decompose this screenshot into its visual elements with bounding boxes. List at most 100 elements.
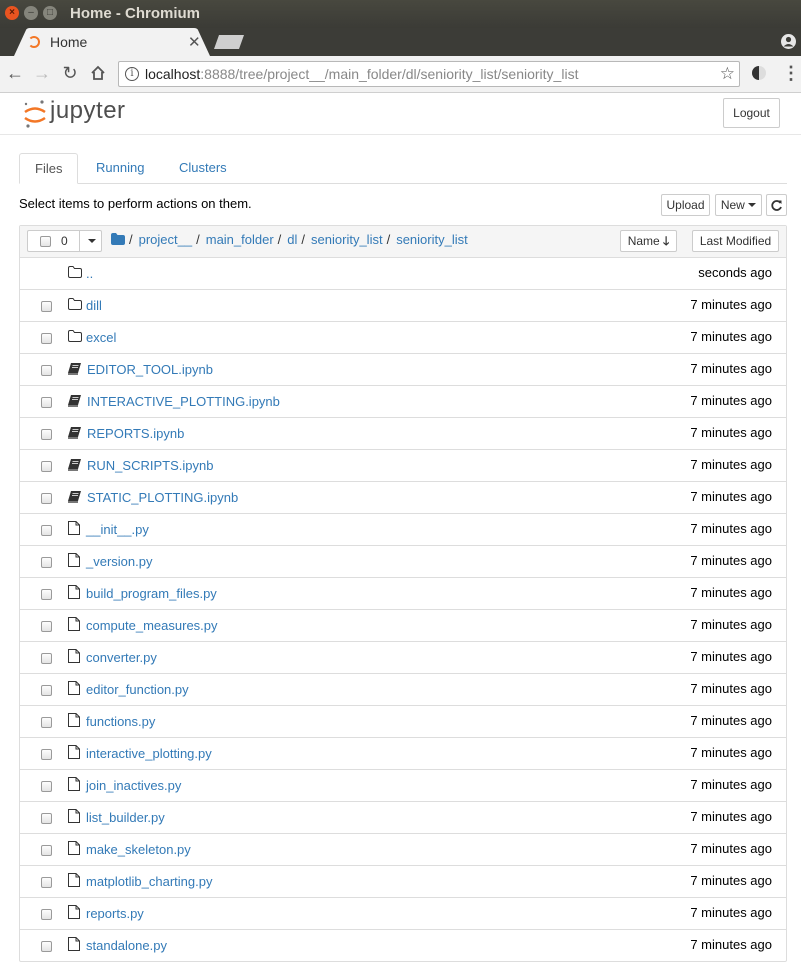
item-checkbox[interactable] xyxy=(41,653,52,664)
item-name[interactable]: INTERACTIVE_PLOTTING.ipynb xyxy=(87,394,280,409)
profile-icon[interactable] xyxy=(781,34,796,49)
item-checkbox[interactable] xyxy=(41,429,52,440)
item-name[interactable]: excel xyxy=(86,330,116,345)
item-name[interactable]: REPORTS.ipynb xyxy=(87,426,184,441)
logout-button[interactable]: Logout xyxy=(723,98,780,128)
item-name[interactable]: functions.py xyxy=(86,714,155,729)
window-close-button[interactable]: × xyxy=(5,6,19,20)
item-checkbox[interactable] xyxy=(41,301,52,312)
item-name[interactable]: .. xyxy=(86,266,93,281)
item-checkbox[interactable] xyxy=(41,493,52,504)
list-item[interactable]: make_skeleton.py 7 minutes ago xyxy=(20,834,786,866)
item-checkbox[interactable] xyxy=(41,813,52,824)
item-checkbox[interactable] xyxy=(41,365,52,376)
select-menu-caret-icon[interactable] xyxy=(88,239,96,243)
sort-by-modified-button[interactable]: Last Modified xyxy=(692,230,779,252)
list-item[interactable]: __init__.py 7 minutes ago xyxy=(20,514,786,546)
list-item[interactable]: REPORTS.ipynb 7 minutes ago xyxy=(20,418,786,450)
tab-running[interactable]: Running xyxy=(81,153,159,183)
item-name[interactable]: list_builder.py xyxy=(86,810,165,825)
list-item[interactable]: dill 7 minutes ago xyxy=(20,290,786,322)
back-icon[interactable]: ← xyxy=(6,64,24,82)
reload-icon[interactable]: ↻ xyxy=(61,64,79,82)
tab-clusters[interactable]: Clusters xyxy=(164,153,242,183)
item-name[interactable]: interactive_plotting.py xyxy=(86,746,212,761)
tab-files[interactable]: Files xyxy=(19,153,78,184)
item-name[interactable]: EDITOR_TOOL.ipynb xyxy=(87,362,213,377)
item-checkbox[interactable] xyxy=(41,525,52,536)
item-name[interactable]: RUN_SCRIPTS.ipynb xyxy=(87,458,213,473)
browser-tab[interactable]: Home ✕ xyxy=(14,28,210,56)
bookmark-star-icon[interactable]: ☆ xyxy=(720,64,735,84)
item-checkbox[interactable] xyxy=(41,397,52,408)
list-item[interactable]: editor_function.py 7 minutes ago xyxy=(20,674,786,706)
item-name[interactable]: reports.py xyxy=(86,906,144,921)
list-item[interactable]: functions.py 7 minutes ago xyxy=(20,706,786,738)
list-item[interactable]: excel 7 minutes ago xyxy=(20,322,786,354)
breadcrumb-project[interactable]: project__ xyxy=(139,232,192,247)
item-checkbox[interactable] xyxy=(41,909,52,920)
list-item[interactable]: EDITOR_TOOL.ipynb 7 minutes ago xyxy=(20,354,786,386)
item-name[interactable]: build_program_files.py xyxy=(86,586,217,601)
window-maximize-button[interactable]: □ xyxy=(43,6,57,20)
item-checkbox[interactable] xyxy=(41,333,52,344)
item-name[interactable]: _version.py xyxy=(86,554,152,569)
list-item[interactable]: STATIC_PLOTTING.ipynb 7 minutes ago xyxy=(20,482,786,514)
window-minimize-button[interactable]: – xyxy=(24,6,38,20)
list-item[interactable]: _version.py 7 minutes ago xyxy=(20,546,786,578)
site-info-icon[interactable]: i xyxy=(125,67,139,81)
item-name[interactable]: make_skeleton.py xyxy=(86,842,191,857)
item-checkbox[interactable] xyxy=(41,877,52,888)
item-checkbox[interactable] xyxy=(41,589,52,600)
item-name[interactable]: dill xyxy=(86,298,102,313)
list-item[interactable]: list_builder.py 7 minutes ago xyxy=(20,802,786,834)
jupyter-logo-icon[interactable] xyxy=(23,99,49,129)
list-item[interactable]: converter.py 7 minutes ago xyxy=(20,642,786,674)
list-item[interactable]: standalone.py 7 minutes ago xyxy=(20,930,786,961)
item-checkbox[interactable] xyxy=(41,749,52,760)
home-icon[interactable] xyxy=(89,64,107,82)
item-checkbox[interactable] xyxy=(41,781,52,792)
list-item[interactable]: matplotlib_charting.py 7 minutes ago xyxy=(20,866,786,898)
list-item[interactable]: RUN_SCRIPTS.ipynb 7 minutes ago xyxy=(20,450,786,482)
sort-by-name-button[interactable]: Name 🡓 xyxy=(620,230,677,252)
item-checkbox[interactable] xyxy=(41,717,52,728)
list-item[interactable]: interactive_plotting.py 7 minutes ago xyxy=(20,738,786,770)
select-all-control[interactable]: 0 xyxy=(27,230,102,252)
breadcrumb-dl[interactable]: dl xyxy=(287,232,297,247)
breadcrumb-seniority-list-current[interactable]: seniority_list xyxy=(396,232,468,247)
new-dropdown-button[interactable]: New xyxy=(715,194,762,216)
item-checkbox[interactable] xyxy=(41,941,52,952)
item-name[interactable]: STATIC_PLOTTING.ipynb xyxy=(87,490,238,505)
breadcrumb-seniority-list[interactable]: seniority_list xyxy=(311,232,383,247)
item-name[interactable]: join_inactives.py xyxy=(86,778,181,793)
home-folder-icon[interactable] xyxy=(111,233,125,245)
item-name[interactable]: matplotlib_charting.py xyxy=(86,874,212,889)
address-bar[interactable]: i localhost:8888/tree/project__/main_fol… xyxy=(118,61,740,87)
tab-close-icon[interactable]: ✕ xyxy=(188,33,201,51)
item-name[interactable]: editor_function.py xyxy=(86,682,189,697)
breadcrumb-main-folder[interactable]: main_folder xyxy=(206,232,274,247)
item-checkbox[interactable] xyxy=(41,461,52,472)
forward-icon[interactable]: → xyxy=(33,64,51,82)
item-name[interactable]: standalone.py xyxy=(86,938,167,953)
list-item[interactable]: reports.py 7 minutes ago xyxy=(20,898,786,930)
item-name[interactable]: compute_measures.py xyxy=(86,618,218,633)
item-checkbox[interactable] xyxy=(41,621,52,632)
item-name[interactable]: converter.py xyxy=(86,650,157,665)
extension-icon[interactable] xyxy=(750,64,768,82)
list-item[interactable]: compute_measures.py 7 minutes ago xyxy=(20,610,786,642)
new-tab-button[interactable] xyxy=(214,35,244,49)
list-item[interactable]: INTERACTIVE_PLOTTING.ipynb 7 minutes ago xyxy=(20,386,786,418)
list-item[interactable]: join_inactives.py 7 minutes ago xyxy=(20,770,786,802)
item-checkbox[interactable] xyxy=(41,557,52,568)
item-checkbox[interactable] xyxy=(41,845,52,856)
list-item-parent[interactable]: .. seconds ago xyxy=(20,258,786,290)
select-all-checkbox[interactable] xyxy=(40,236,51,247)
jupyter-logo-text[interactable]: jupyter xyxy=(50,97,126,125)
upload-button[interactable]: Upload xyxy=(661,194,710,216)
menu-icon[interactable]: ⋮ xyxy=(782,64,800,82)
item-checkbox[interactable] xyxy=(41,685,52,696)
list-item[interactable]: build_program_files.py 7 minutes ago xyxy=(20,578,786,610)
item-name[interactable]: __init__.py xyxy=(86,522,149,537)
